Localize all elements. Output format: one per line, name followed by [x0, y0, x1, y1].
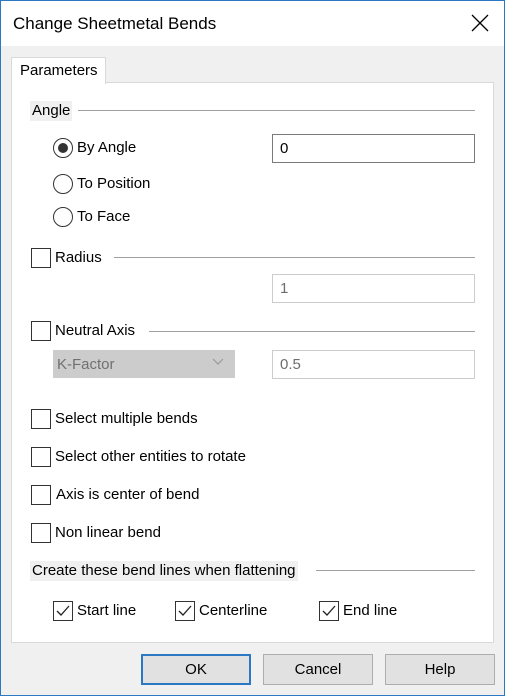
radio-to-face[interactable] — [53, 207, 73, 227]
neutral-axis-type-value: K-Factor — [57, 356, 115, 373]
radio-to-position-label: To Position — [77, 175, 151, 192]
neutral-axis-label: Neutral Axis — [55, 322, 136, 339]
angle-group-divider — [78, 110, 475, 111]
neutral-axis-checkbox[interactable] — [31, 321, 51, 341]
close-button[interactable] — [470, 13, 490, 33]
neutral-axis-value-input[interactable]: 0.5 — [272, 350, 475, 379]
axis-center-of-bend-label: Axis is center of bend — [56, 486, 200, 503]
dialog-title: Change Sheetmetal Bends — [13, 14, 217, 33]
radius-label: Radius — [55, 249, 102, 266]
select-other-entities-label: Select other entities to rotate — [55, 448, 246, 465]
title-bar: Change Sheetmetal Bends — [1, 1, 504, 46]
tab-parameters-label: Parameters — [20, 62, 98, 79]
centerline-label: Centerline — [199, 602, 268, 619]
centerline-checkbox[interactable] — [175, 601, 195, 621]
non-linear-bend-label: Non linear bend — [55, 524, 161, 541]
axis-center-of-bend-checkbox[interactable] — [31, 485, 51, 505]
select-multiple-bends-label: Select multiple bends — [55, 410, 198, 427]
checkmark-icon — [56, 605, 70, 616]
dialog-window: Change Sheetmetal Bends Parameters Angle… — [0, 0, 505, 696]
select-other-entities-checkbox[interactable] — [31, 447, 51, 467]
radio-to-face-label: To Face — [77, 208, 131, 225]
angle-value-input[interactable]: 0 — [272, 134, 475, 163]
angle-group-label: Angle — [30, 101, 73, 121]
neutral-axis-type-select[interactable]: K-Factor — [53, 350, 235, 378]
select-multiple-bends-checkbox[interactable] — [31, 409, 51, 429]
ok-button[interactable]: OK — [141, 654, 251, 685]
close-icon — [471, 14, 489, 32]
help-button[interactable]: Help — [385, 654, 495, 685]
non-linear-bend-checkbox[interactable] — [31, 523, 51, 543]
checkmark-icon — [322, 605, 336, 616]
tab-parameters[interactable]: Parameters — [11, 57, 106, 84]
radius-value-input[interactable]: 1 — [272, 274, 475, 303]
start-line-label: Start line — [77, 602, 137, 619]
start-line-checkbox[interactable] — [53, 601, 73, 621]
end-line-label: End line — [343, 602, 398, 619]
neutral-axis-group-divider — [149, 331, 475, 332]
radio-by-angle[interactable] — [53, 138, 73, 158]
end-line-checkbox[interactable] — [319, 601, 339, 621]
radius-checkbox[interactable] — [31, 248, 51, 268]
radius-group-divider — [114, 257, 475, 258]
radio-to-position[interactable] — [53, 174, 73, 194]
checkmark-icon — [178, 605, 192, 616]
cancel-button[interactable]: Cancel — [263, 654, 373, 685]
bend-lines-group-label: Create these bend lines when flattening — [30, 561, 298, 581]
bend-lines-group-divider — [316, 570, 475, 571]
chevron-down-icon — [212, 358, 224, 365]
radio-by-angle-label: By Angle — [77, 139, 137, 156]
